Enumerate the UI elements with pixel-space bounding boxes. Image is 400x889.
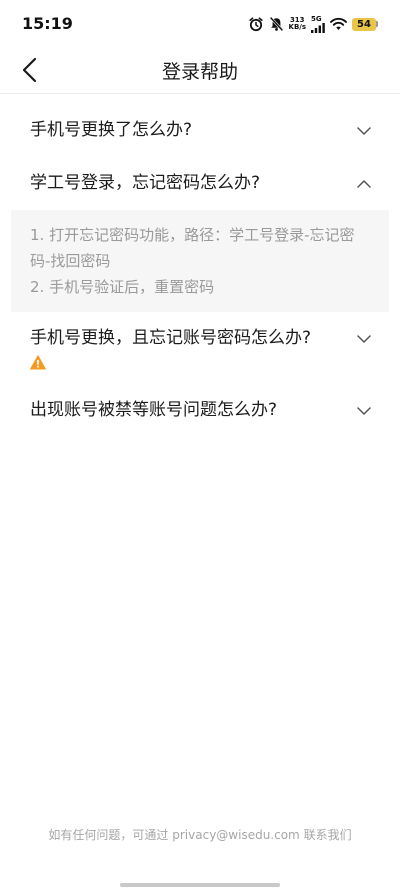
footer-email-link[interactable]: privacy@wisedu.com bbox=[172, 828, 300, 842]
answer-line: 1. 打开忘记密码功能，路径：学工号登录-忘记密码-找回密码 bbox=[30, 226, 355, 270]
network-type: 5G bbox=[311, 15, 325, 33]
faq-question: 手机号更换了怎么办? bbox=[30, 120, 193, 140]
faq-question-header[interactable]: 出现账号被禁等账号问题怎么办? bbox=[0, 384, 400, 437]
net-speed: 313 KB/s bbox=[289, 17, 306, 31]
title-bar: 登录帮助 bbox=[0, 48, 400, 94]
login-help-screen: 15:19 313 KB/s 5G 54 登录帮助 手机号更换了怎么办? 学工号… bbox=[0, 0, 400, 889]
answer-line: 2. 手机号验证后，重置密码 bbox=[30, 278, 215, 296]
chevron-down-icon bbox=[357, 335, 371, 343]
footer-prefix: 如有任何问题，可通过 bbox=[48, 828, 169, 842]
faq-question-header[interactable]: 手机号更换，且忘记账号密码怎么办? bbox=[0, 312, 400, 384]
home-indicator[interactable] bbox=[120, 883, 280, 887]
status-icons: 313 KB/s 5G 54 bbox=[248, 14, 378, 34]
faq-item: 学工号登录，忘记密码怎么办? 1. 打开忘记密码功能，路径：学工号登录-忘记密码… bbox=[0, 157, 400, 312]
faq-question-header[interactable]: 手机号更换了怎么办? bbox=[0, 104, 400, 157]
battery-tip bbox=[376, 21, 378, 27]
faq-question-header[interactable]: 学工号登录，忘记密码怎么办? bbox=[0, 157, 400, 210]
faq-list: 手机号更换了怎么办? 学工号登录，忘记密码怎么办? 1. 打开忘记密码功能，路径… bbox=[0, 104, 400, 437]
chevron-down-icon bbox=[357, 407, 371, 415]
network-type-label: 5G bbox=[311, 15, 322, 23]
mute-bell-icon bbox=[269, 16, 284, 32]
alarm-icon bbox=[248, 16, 264, 32]
faq-item: 出现账号被禁等账号问题怎么办? bbox=[0, 384, 400, 437]
footer-contact: 如有任何问题，可通过 privacy@wisedu.com 联系我们 bbox=[0, 826, 400, 843]
net-speed-unit: KB/s bbox=[288, 23, 306, 31]
faq-item: 手机号更换，且忘记账号密码怎么办? bbox=[0, 312, 400, 384]
faq-question: 手机号更换，且忘记账号密码怎么办? bbox=[30, 328, 312, 348]
faq-item: 手机号更换了怎么办? bbox=[0, 104, 400, 157]
signal-icon bbox=[311, 23, 325, 33]
battery-icon: 54 bbox=[352, 17, 378, 31]
faq-answer: 1. 打开忘记密码功能，路径：学工号登录-忘记密码-找回密码 2. 手机号验证后… bbox=[11, 210, 389, 312]
chevron-down-icon bbox=[357, 127, 371, 135]
faq-question: 学工号登录，忘记密码怎么办? bbox=[30, 173, 261, 193]
chevron-up-icon bbox=[357, 180, 371, 188]
faq-question: 出现账号被禁等账号问题怎么办? bbox=[30, 400, 278, 420]
status-bar: 15:19 313 KB/s 5G 54 bbox=[0, 0, 400, 48]
footer-suffix: 联系我们 bbox=[303, 828, 352, 842]
wifi-icon bbox=[330, 17, 347, 31]
page-title: 登录帮助 bbox=[161, 61, 238, 83]
battery-level: 54 bbox=[352, 17, 376, 31]
status-time: 15:19 bbox=[22, 14, 73, 33]
warning-icon bbox=[30, 355, 46, 370]
